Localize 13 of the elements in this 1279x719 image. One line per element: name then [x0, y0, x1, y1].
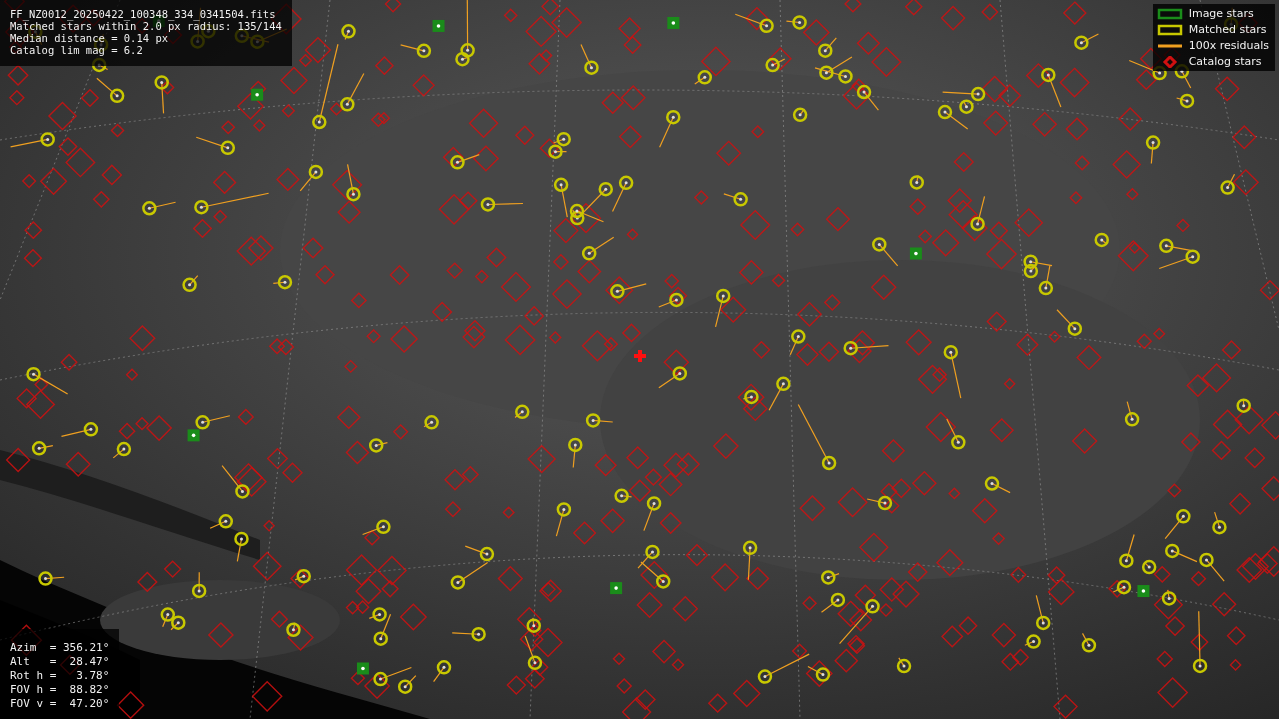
info-text: Median distance = 0.14 px	[10, 32, 170, 44]
legend-label: Image stars	[1188, 7, 1254, 20]
info-text: Azim = 356.21°	[10, 641, 110, 655]
info-text: FOV v = 47.20°	[10, 697, 110, 711]
info-text: FF_NZ0012_20250422_100348_334_0341504.fits	[10, 8, 277, 20]
info-text: FOV h = 88.82°	[10, 683, 110, 697]
legend-label: Matched stars	[1188, 23, 1267, 36]
info-text: Rot h = 3.78°	[10, 669, 110, 683]
info-text: Catalog lim mag = 6.2	[10, 44, 144, 56]
info-text: Matched stars within 2.0 px radius: 135/144	[10, 20, 282, 32]
legend-label: 100x residuals	[1188, 39, 1269, 52]
legend-label: Catalog stars	[1188, 55, 1262, 68]
info-text: Alt = 28.47°	[10, 655, 110, 669]
